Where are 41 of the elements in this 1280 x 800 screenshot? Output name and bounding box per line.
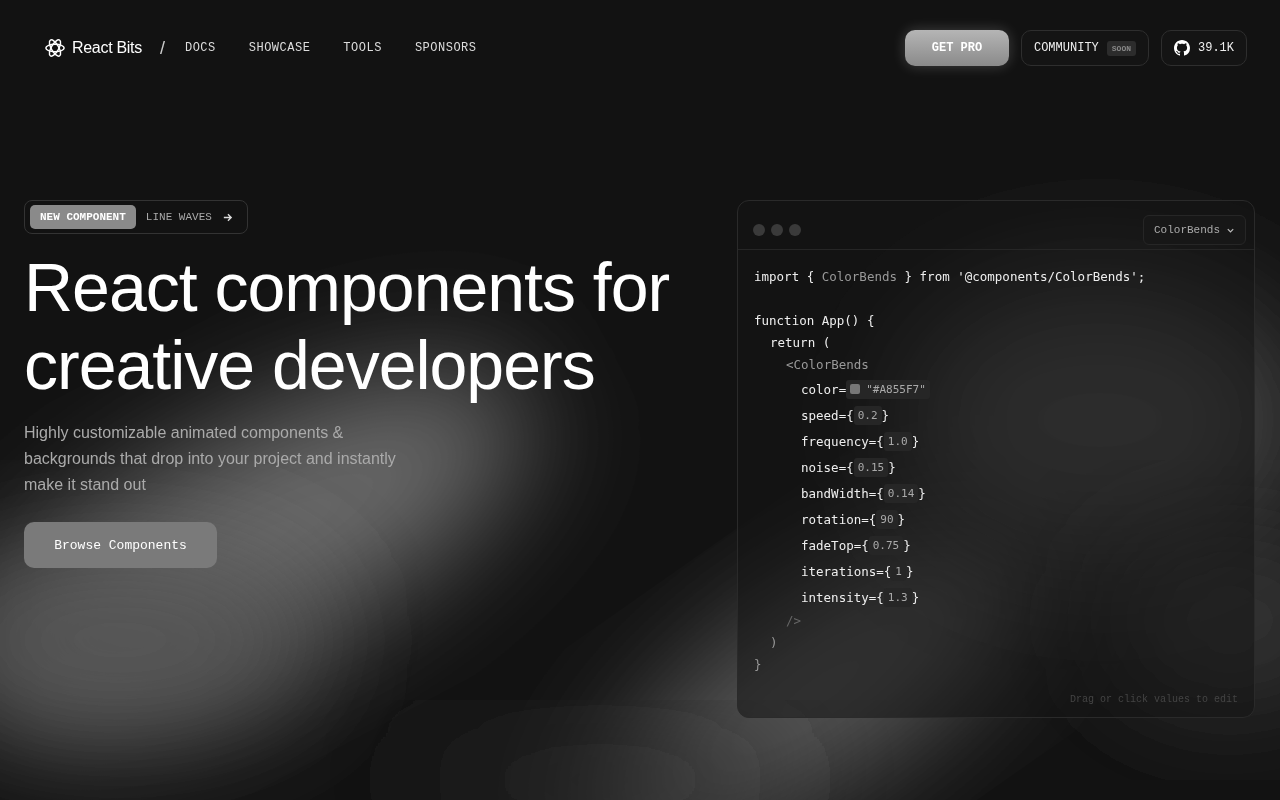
- code-line: />: [786, 612, 802, 630]
- prop-name: fadeTop={: [801, 537, 869, 553]
- prop-name: rotation={: [801, 511, 877, 527]
- prop-name: frequency={: [801, 433, 884, 449]
- closing-brace: }: [881, 407, 890, 423]
- component-dropdown[interactable]: ColorBends: [1143, 215, 1246, 245]
- hero-title: React components for creative developers: [24, 248, 670, 404]
- code-line: import { ColorBends } from '@components/ColorBends';: [754, 268, 1146, 286]
- code-line: }: [754, 656, 762, 674]
- prop-name: bandWidth={: [801, 485, 884, 501]
- closing-brace: }: [905, 563, 914, 579]
- github-button[interactable]: 39.1K: [1161, 30, 1247, 66]
- hero-subtitle: Highly customizable animated components & backgrounds that drop into your project and instantly make it stand out: [24, 423, 397, 495]
- prop-name: noise={: [801, 459, 854, 475]
- brand-name[interactable]: React Bits: [72, 39, 142, 57]
- number-value[interactable]: 1: [891, 561, 906, 581]
- nav-link[interactable]: TOOLS: [343, 41, 382, 55]
- closing-brace: }: [911, 589, 920, 605]
- prop-name: color=: [801, 381, 847, 397]
- nav-link[interactable]: DOCS: [184, 41, 216, 55]
- prop-name: intensity={: [801, 589, 884, 605]
- closing-brace: }: [903, 537, 911, 553]
- closing-brace: }: [888, 459, 896, 475]
- code-line: function App() {: [754, 312, 875, 330]
- atom-logo-icon[interactable]: [44, 37, 66, 59]
- separator: /: [159, 37, 165, 59]
- browse-components-button[interactable]: Browse Components: [24, 522, 217, 568]
- prop-name: iterations={: [801, 563, 892, 579]
- nav-link[interactable]: SPONSORS: [414, 41, 477, 55]
- nav-link[interactable]: SHOWCASE: [248, 41, 311, 55]
- announcement-link[interactable]: NEW COMPONENT LINE WAVES: [24, 200, 248, 234]
- code-line: return (: [770, 334, 831, 352]
- code-line: ): [770, 634, 778, 652]
- arrow-right-icon: [221, 211, 233, 223]
- closing-brace: }: [897, 511, 906, 527]
- prop-name: speed={: [801, 407, 854, 423]
- community-button[interactable]: COMMUNITY SOON: [1020, 30, 1149, 66]
- code-line: <ColorBends: [786, 356, 869, 374]
- closing-brace: }: [918, 485, 926, 501]
- closing-brace: }: [911, 433, 920, 449]
- github-icon: [1174, 40, 1190, 56]
